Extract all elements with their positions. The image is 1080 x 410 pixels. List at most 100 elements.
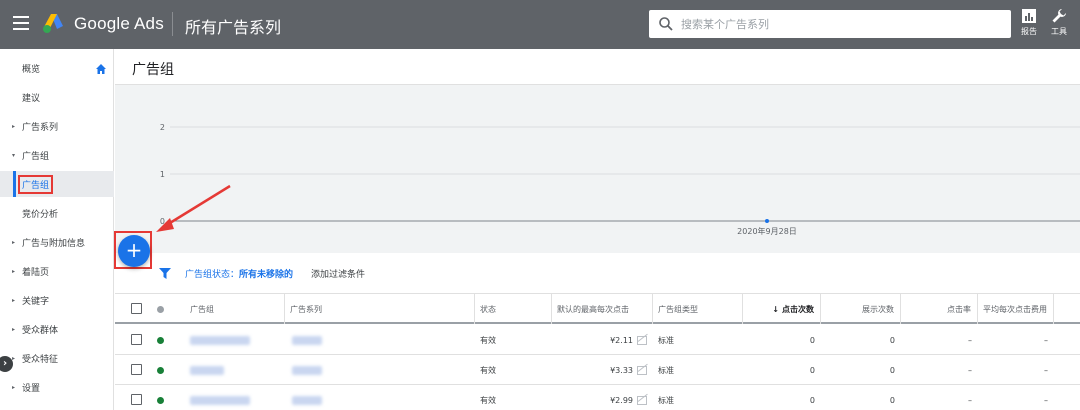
col-avg-cpc[interactable]: 平均每次点击费用: [978, 294, 1054, 324]
col-campaign[interactable]: 广告系列: [285, 294, 475, 324]
google-ads-logo-icon[interactable]: [42, 12, 66, 34]
col-ctr[interactable]: 点击率: [901, 294, 978, 324]
table-header: 广告组 广告系列 状态 默认的最高每次点击 广告组类型 ↓ 点击次数 展示次数 …: [115, 294, 1080, 324]
status-cell: 有效: [480, 335, 496, 345]
impressions-cell: 0: [889, 365, 895, 375]
expand-arrow-icon: ▸: [12, 267, 16, 275]
wrench-icon: [1052, 9, 1066, 23]
sidebar-item-settings[interactable]: ▸ 设置: [0, 374, 114, 400]
sidebar-item-ads-extensions[interactable]: ▸ 广告与附加信息: [0, 229, 114, 255]
bar-chart-icon: [1022, 9, 1036, 23]
select-all-checkbox[interactable]: [131, 303, 142, 314]
status-enabled-dot: [157, 397, 164, 404]
menu-icon[interactable]: [13, 16, 29, 30]
sidebar-item-recommendations[interactable]: 建议: [0, 84, 114, 110]
filter-bar: 广告组状态：所有未移除的 添加过滤条件: [115, 253, 1080, 293]
ad-group-name-blurred[interactable]: [190, 325, 250, 355]
table-row[interactable]: 有效 ¥3.33 标准 0 0 – –: [115, 355, 1080, 385]
col-impressions[interactable]: 展示次数: [821, 294, 901, 324]
status-cell: 有效: [480, 365, 496, 375]
expand-arrow-icon: ▸: [12, 296, 16, 304]
sidebar-item-label: 受众群体: [22, 325, 59, 336]
type-cell: 标准: [658, 335, 674, 345]
sidebar-item-label: 广告组: [22, 151, 50, 162]
avg-cpc-cell: –: [1044, 395, 1048, 405]
type-cell: 标准: [658, 395, 674, 405]
ctr-cell: –: [968, 395, 972, 405]
home-icon: [96, 64, 106, 74]
ctr-cell: –: [968, 335, 972, 345]
col-clicks[interactable]: ↓ 点击次数: [743, 294, 821, 324]
row-checkbox[interactable]: [131, 394, 142, 405]
clicks-cell: 0: [809, 335, 815, 345]
ad-group-status-filter[interactable]: 广告组状态：所有未移除的: [185, 267, 293, 280]
sidebar-item-landing-pages[interactable]: ▸ 着陆页: [0, 258, 114, 284]
reports-button[interactable]: 报告: [1016, 8, 1042, 42]
campaign-name-blurred[interactable]: [292, 385, 322, 410]
sidebar-item-label: 广告系列: [22, 122, 59, 133]
table-row[interactable]: 有效 ¥2.99 标准 0 0 – –: [115, 385, 1080, 410]
bid-chart-icon: [637, 395, 647, 405]
sidebar-item-campaigns[interactable]: ▸ 广告系列: [0, 113, 114, 139]
type-cell: 标准: [658, 365, 674, 375]
data-point[interactable]: [765, 219, 769, 223]
sidebar-item-ad-groups[interactable]: 广告组: [0, 171, 114, 197]
sidebar-item-ad-groups-section[interactable]: ▾ 广告组: [0, 142, 114, 168]
search-box[interactable]: [649, 10, 1011, 38]
col-max-cpc[interactable]: 默认的最高每次点击: [552, 294, 653, 324]
col-ad-group-type[interactable]: 广告组类型: [653, 294, 743, 324]
sidebar-item-auction-insights[interactable]: 竞价分析: [0, 200, 114, 226]
row-checkbox[interactable]: [131, 364, 142, 375]
col-clicks-label: 点击次数: [782, 304, 814, 314]
add-filter-button[interactable]: 添加过滤条件: [311, 267, 365, 280]
search-input[interactable]: [681, 14, 1001, 34]
filter-prefix: 广告组状态：: [185, 270, 240, 280]
sidebar-item-label: 设置: [22, 383, 41, 394]
col-status[interactable]: 状态: [475, 294, 552, 324]
sidebar-item-keywords[interactable]: ▸ 关键字: [0, 287, 114, 313]
filter-icon[interactable]: [159, 268, 171, 279]
campaign-name-blurred[interactable]: [292, 355, 322, 385]
max-cpc-cell[interactable]: ¥2.99: [552, 385, 653, 410]
add-ad-group-button[interactable]: +: [118, 235, 150, 267]
x-tick-label: 2020年9月28日: [737, 226, 797, 236]
reports-label: 报告: [1021, 27, 1037, 36]
y-tick-label: 0: [160, 217, 165, 226]
performance-chart: 2 1 0 2020年9月28日: [115, 85, 1080, 253]
y-tick-label: 2: [160, 123, 165, 132]
avg-cpc-cell: –: [1044, 365, 1048, 375]
sidebar-item-demographics[interactable]: ▸ 受众特征: [0, 345, 114, 371]
expand-arrow-icon: ▸: [12, 122, 16, 130]
max-cpc-cell[interactable]: ¥2.11: [552, 325, 653, 355]
campaign-title: 所有广告系列: [185, 18, 282, 37]
y-tick-label: 1: [160, 170, 165, 179]
status-cell: 有效: [480, 395, 496, 405]
sidebar-item-label: 受众特征: [22, 354, 59, 365]
status-enabled-dot: [157, 337, 164, 344]
status-enabled-dot: [157, 367, 164, 374]
sidebar-item-label: 竞价分析: [22, 209, 59, 220]
status-dot-header: [157, 306, 164, 313]
max-cpc-cell[interactable]: ¥3.33: [552, 355, 653, 385]
table-row[interactable]: 有效 ¥2.11 标准 0 0 – –: [115, 325, 1080, 355]
sidebar-item-audiences[interactable]: ▸ 受众群体: [0, 316, 114, 342]
expand-arrow-icon: ▸: [12, 238, 16, 246]
sidebar-item-label: 着陆页: [22, 267, 50, 278]
ad-group-name-blurred[interactable]: [190, 355, 224, 385]
sort-down-icon: ↓: [772, 304, 779, 314]
campaign-name-blurred[interactable]: [292, 325, 322, 355]
ad-groups-table: 广告组 广告系列 状态 默认的最高每次点击 广告组类型 ↓ 点击次数 展示次数 …: [115, 293, 1080, 410]
tools-button[interactable]: 工具: [1046, 8, 1072, 42]
row-checkbox[interactable]: [131, 334, 142, 345]
collapse-arrow-icon: ▾: [12, 151, 16, 159]
search-icon: [659, 17, 673, 31]
sidebar-item-label: 广告与附加信息: [22, 238, 86, 249]
brand-name: Google Ads: [74, 14, 164, 33]
ad-group-name-blurred[interactable]: [190, 385, 250, 410]
expand-arrow-icon: ▸: [12, 325, 16, 333]
sidebar-item-label: 建议: [22, 93, 41, 104]
col-ad-group[interactable]: 广告组: [183, 294, 285, 324]
top-bar: Google Ads 所有广告系列 报告 工具: [0, 0, 1080, 49]
sidebar: 概览 建议 ▸ 广告系列 ▾ 广告组 广告组 竞价分析 ▸ 广告与附加信息 ▸ …: [0, 49, 114, 410]
impressions-cell: 0: [889, 395, 895, 405]
